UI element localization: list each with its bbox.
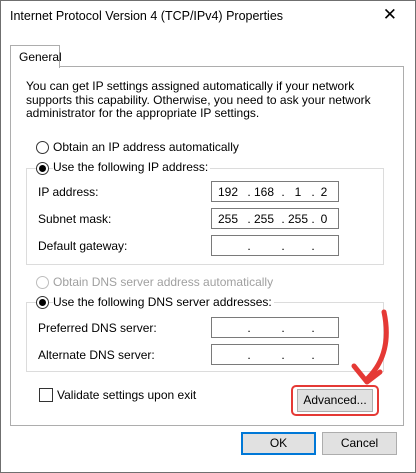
tab-general-label: General bbox=[19, 50, 62, 64]
validate-label: Validate settings upon exit bbox=[57, 388, 197, 402]
ip-dot: . bbox=[311, 348, 315, 362]
ip-dot: . bbox=[281, 212, 285, 226]
ip-dot: . bbox=[281, 348, 285, 362]
ip-address-field[interactable]: 192 . 168 . 1 . 2 bbox=[211, 181, 339, 202]
obtain-ip-auto-label: Obtain an IP address automatically bbox=[53, 140, 239, 154]
mask-octet-3: 255 bbox=[288, 212, 309, 226]
use-following-dns-label: Use the following DNS server addresses: bbox=[53, 295, 274, 309]
cancel-button[interactable]: Cancel bbox=[322, 432, 397, 455]
default-gateway-field[interactable]: . . . bbox=[211, 235, 339, 256]
red-arrow-annotation bbox=[351, 309, 389, 385]
close-icon[interactable]: ✕ bbox=[383, 6, 397, 24]
use-following-dns-radio[interactable] bbox=[36, 296, 49, 309]
alternate-dns-label: Alternate DNS server: bbox=[38, 348, 155, 362]
ip-dot: . bbox=[247, 348, 251, 362]
ok-button[interactable]: OK bbox=[241, 432, 316, 455]
preferred-dns-field[interactable]: . . . bbox=[211, 317, 339, 338]
tab-general[interactable]: General bbox=[10, 45, 62, 68]
ip-dot: . bbox=[247, 239, 251, 253]
ip-octet-3: 1 bbox=[294, 185, 302, 199]
validate-checkbox[interactable] bbox=[39, 388, 53, 402]
ip-dot: . bbox=[311, 239, 315, 253]
mask-octet-4: 0 bbox=[320, 212, 328, 226]
ip-dot: . bbox=[311, 321, 315, 335]
ip-octet-2: 168 bbox=[254, 185, 275, 199]
title-bar: Internet Protocol Version 4 (TCP/IPv4) P… bbox=[1, 1, 415, 31]
default-gateway-label: Default gateway: bbox=[38, 239, 128, 253]
alternate-dns-field[interactable]: . . . bbox=[211, 344, 339, 365]
window-title: Internet Protocol Version 4 (TCP/IPv4) P… bbox=[10, 9, 284, 23]
ip-dot: . bbox=[281, 239, 285, 253]
advanced-button[interactable]: Advanced... bbox=[297, 389, 373, 412]
ip-dot: . bbox=[281, 321, 285, 335]
ip-octet-4: 2 bbox=[320, 185, 328, 199]
ip-dot: . bbox=[281, 185, 285, 199]
obtain-dns-auto-radio[interactable] bbox=[36, 276, 49, 289]
description-text: You can get IP settings assigned automat… bbox=[26, 79, 371, 120]
subnet-mask-label: Subnet mask: bbox=[38, 212, 112, 226]
subnet-mask-field[interactable]: 255 . 255 . 255 . 0 bbox=[211, 208, 339, 229]
ip-address-label: IP address: bbox=[38, 185, 99, 199]
obtain-ip-auto-radio[interactable] bbox=[36, 141, 49, 154]
obtain-dns-auto-label: Obtain DNS server address automatically bbox=[53, 275, 274, 289]
mask-octet-2: 255 bbox=[254, 212, 275, 226]
preferred-dns-label: Preferred DNS server: bbox=[38, 321, 157, 335]
ip-dot: . bbox=[247, 185, 251, 199]
ip-octet-1: 192 bbox=[218, 185, 239, 199]
ip-dot: . bbox=[247, 212, 251, 226]
use-following-ip-label: Use the following IP address: bbox=[53, 160, 211, 174]
use-following-ip-radio[interactable] bbox=[36, 162, 49, 175]
mask-octet-1: 255 bbox=[218, 212, 239, 226]
ip-dot: . bbox=[247, 321, 251, 335]
